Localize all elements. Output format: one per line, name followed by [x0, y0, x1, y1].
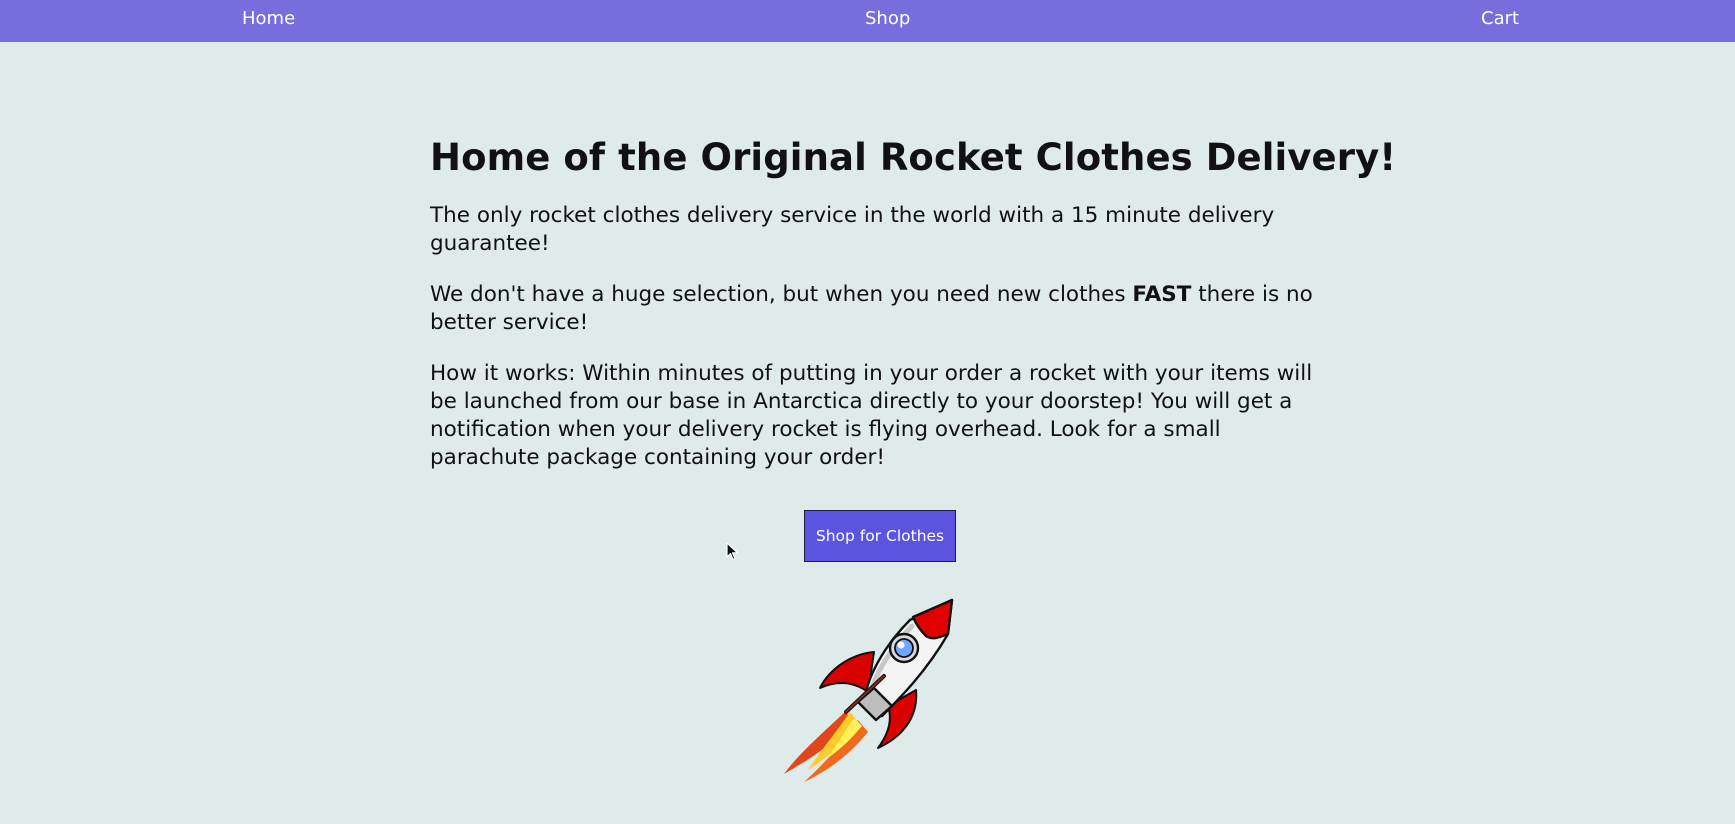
selection-text-start: We don't have a huge selection, but when…	[430, 282, 1133, 307]
page-title: Home of the Original Rocket Clothes Deli…	[430, 136, 1397, 179]
nav-shop-link[interactable]: Shop	[865, 0, 910, 38]
rocket-illustration	[784, 598, 954, 782]
nav-cart-link[interactable]: Cart	[1481, 0, 1519, 38]
intro-paragraph: The only rocket clothes delivery service…	[430, 203, 1275, 256]
hero-content: Home of the Original Rocket Clothes Deli…	[430, 130, 1397, 472]
shop-for-clothes-button[interactable]: Shop for Clothes	[804, 510, 956, 562]
how-it-works-paragraph: How it works: Within minutes of putting …	[430, 361, 1313, 470]
nav-home-link[interactable]: Home	[242, 0, 295, 38]
rocket-flame	[784, 711, 868, 782]
selection-paragraph: We don't have a huge selection, but when…	[430, 281, 1330, 337]
rocket-left-fin	[819, 651, 875, 693]
mouse-pointer-icon	[726, 542, 739, 561]
fast-emphasis: FAST	[1132, 282, 1192, 307]
rocket-window	[888, 632, 920, 664]
top-navbar: Home Shop Cart	[0, 0, 1735, 42]
